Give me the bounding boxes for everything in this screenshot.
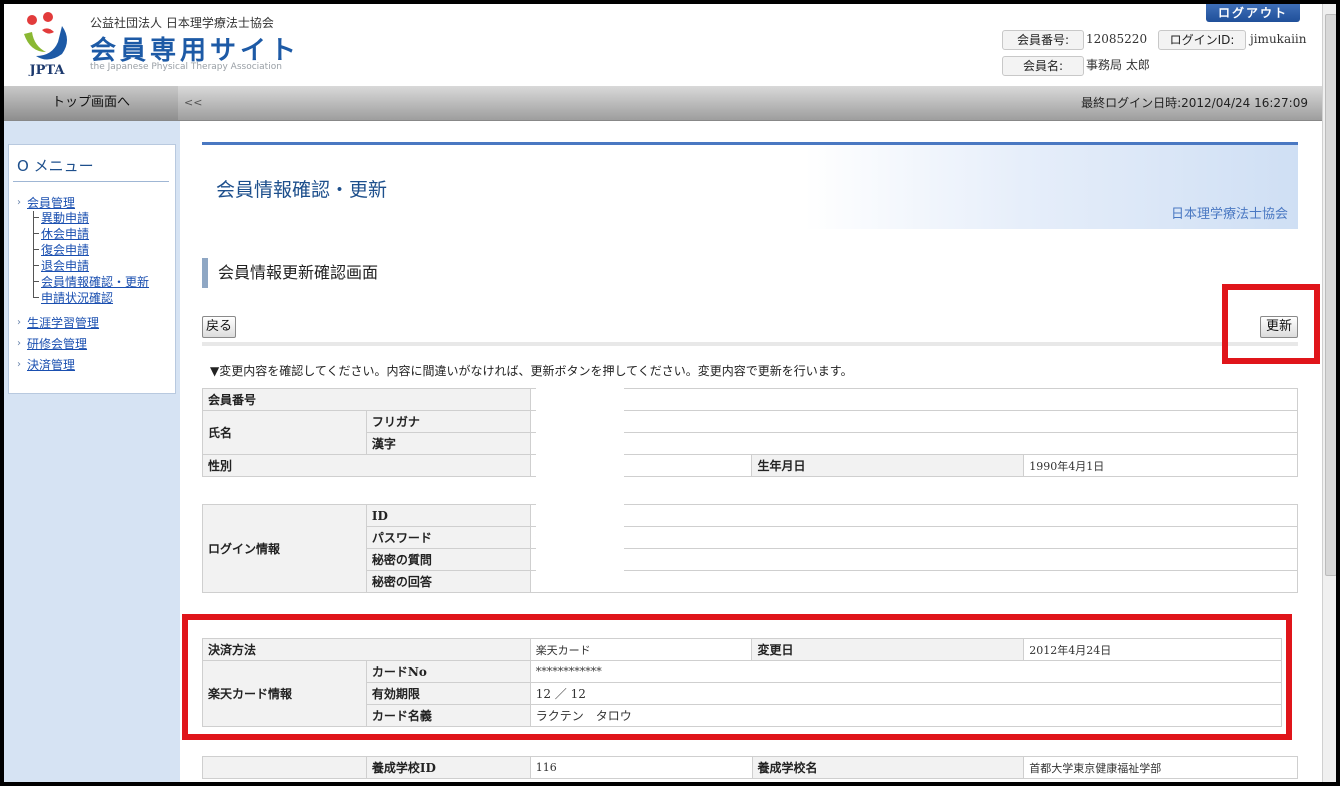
redaction-block (536, 506, 624, 576)
vertical-scrollbar[interactable] (1322, 4, 1337, 782)
update-button-highlight (1222, 284, 1320, 364)
banner-org: 日本理学療法士協会 (1170, 207, 1288, 222)
top-page-button[interactable]: トップ画面へ (4, 86, 178, 120)
login-id-label: ログインID: (1158, 30, 1246, 50)
basic-info-table: 会員番号 氏名 フリガナ 漢字 性別 生年月日 1990年4月1日 (202, 388, 1299, 477)
member-no-header: 会員番号 (202, 388, 531, 411)
table-row: 漢字 (203, 432, 1299, 455)
table-row: ログイン情報 ID (202, 504, 1299, 593)
member-name-label: 会員名: (1002, 56, 1084, 76)
table-row: 性別 生年月日 1990年4月1日 (202, 454, 1298, 477)
page-banner: 会員情報確認・更新 日本理学療法士協会 (202, 142, 1298, 229)
secret-question-header: 秘密の質問 (365, 548, 531, 571)
redaction-block (536, 384, 624, 506)
collapse-sidebar-button[interactable]: << (184, 86, 202, 120)
gender-header: 性別 (202, 454, 531, 477)
birth-header: 生年月日 (751, 454, 1025, 477)
school-id-header: 養成学校ID (365, 756, 531, 779)
scrollbar-thumb[interactable] (1325, 14, 1337, 576)
table-row: 氏名 フリガナ (202, 410, 1299, 455)
kanji-cell (529, 432, 1299, 455)
tree-branch (33, 233, 39, 234)
last-login-text: 最終ログイン日時:2012/04/24 16:27:09 (1081, 96, 1308, 110)
id-cell (529, 504, 1299, 527)
sidebar-item-lifelong-learning[interactable]: 生涯学習管理 (27, 314, 99, 331)
page-title: 会員情報確認・更新 (216, 179, 388, 201)
id-header: ID (365, 504, 531, 527)
tree-branch (33, 217, 39, 218)
login-info-header: ログイン情報 (202, 504, 367, 593)
login-id-value: jimukaiin (1250, 32, 1307, 46)
menu-title: O メニュー (17, 157, 94, 175)
tree-branch (33, 249, 39, 250)
member-name-value: 事務局 太郎 (1086, 58, 1150, 72)
school-name-header: 養成学校名 (751, 756, 1025, 779)
furigana-cell (529, 410, 1299, 433)
member-no-value: 12085220 (1086, 32, 1148, 46)
chevron-right-icon: › (17, 338, 21, 349)
birth-cell: 1990年4月1日 (1023, 454, 1298, 477)
school-id-cell: 116 (529, 756, 753, 779)
payment-section-highlight (182, 614, 1292, 740)
login-info-table: ログイン情報 ID パスワード * 秘密の質問 秘密の回答 (202, 504, 1299, 593)
button-bar-divider (202, 342, 1298, 346)
table-row: 秘密の回答 (203, 570, 1299, 593)
logo-text: JPTA (29, 63, 66, 76)
table-row: 養成学校ID 116 養成学校名 首都大学東京健康福祉学部 (202, 756, 1298, 779)
password-cell: * (529, 526, 1299, 549)
furigana-header: フリガナ (365, 410, 531, 433)
sidebar-item-reinstatement[interactable]: 復会申請 (41, 241, 89, 258)
member-no-label: 会員番号: (1002, 30, 1084, 50)
site-header: JPTA 公益社団法人 日本理学療法士協会 会員専用サイト the Japane… (4, 4, 1322, 86)
secret-answer-header: 秘密の回答 (365, 570, 531, 593)
school-table: 養成学校ID 116 養成学校名 首都大学東京健康福祉学部 (202, 756, 1298, 779)
tree-line (33, 211, 34, 297)
nav-bar: トップ画面へ << 最終ログイン日時:2012/04/24 16:27:09 (4, 86, 1322, 121)
confirmation-notice: ▼変更内容を確認してください。内容に間違いがなければ、更新ボタンを押してください… (210, 364, 853, 378)
sidebar-item-transfer[interactable]: 異動申請 (41, 209, 89, 226)
school-name-cell: 首都大学東京健康福祉学部 (1023, 756, 1298, 779)
sidebar-item-suspension[interactable]: 休会申請 (41, 225, 89, 242)
password-header: パスワード (365, 526, 531, 549)
sidebar-item-withdrawal[interactable]: 退会申請 (41, 257, 89, 274)
site-subtitle: the Japanese Physical Therapy Associatio… (90, 62, 282, 72)
table-row: 秘密の質問 (203, 548, 1299, 571)
menu-panel: O メニュー › 会員管理 異動申請 休会申請 復会申請 退会申請 会員情報確認… (8, 144, 176, 394)
tree-branch (33, 297, 39, 298)
jpta-logo-icon: JPTA (24, 12, 67, 76)
chevron-right-icon: › (17, 317, 21, 328)
logout-button[interactable]: ログアウト (1206, 4, 1300, 22)
table-row: パスワード * (203, 526, 1299, 549)
back-button[interactable]: 戻る (202, 316, 236, 338)
tree-branch (33, 265, 39, 266)
kanji-header: 漢字 (365, 432, 531, 455)
sidebar-item-payment[interactable]: 決済管理 (27, 356, 75, 373)
chevron-right-icon: › (17, 197, 21, 208)
chevron-right-icon: › (17, 359, 21, 370)
sidebar-item-application-status[interactable]: 申請状況確認 (41, 289, 113, 306)
table-row: 会員番号 (202, 388, 1299, 411)
secret-question-cell (529, 548, 1299, 571)
secret-answer-cell (529, 570, 1299, 593)
org-name: 公益社団法人 日本理学療法士協会 (90, 16, 274, 30)
menu-divider (13, 181, 169, 182)
name-header: 氏名 (202, 410, 367, 455)
tree-branch (33, 281, 39, 282)
section-title: 会員情報更新確認画面 (202, 258, 378, 288)
school-group-header (202, 756, 367, 779)
sidebar-item-member-info[interactable]: 会員情報確認・更新 (41, 273, 149, 290)
sidebar-item-training[interactable]: 研修会管理 (27, 335, 87, 352)
member-no-cell (529, 388, 1299, 411)
